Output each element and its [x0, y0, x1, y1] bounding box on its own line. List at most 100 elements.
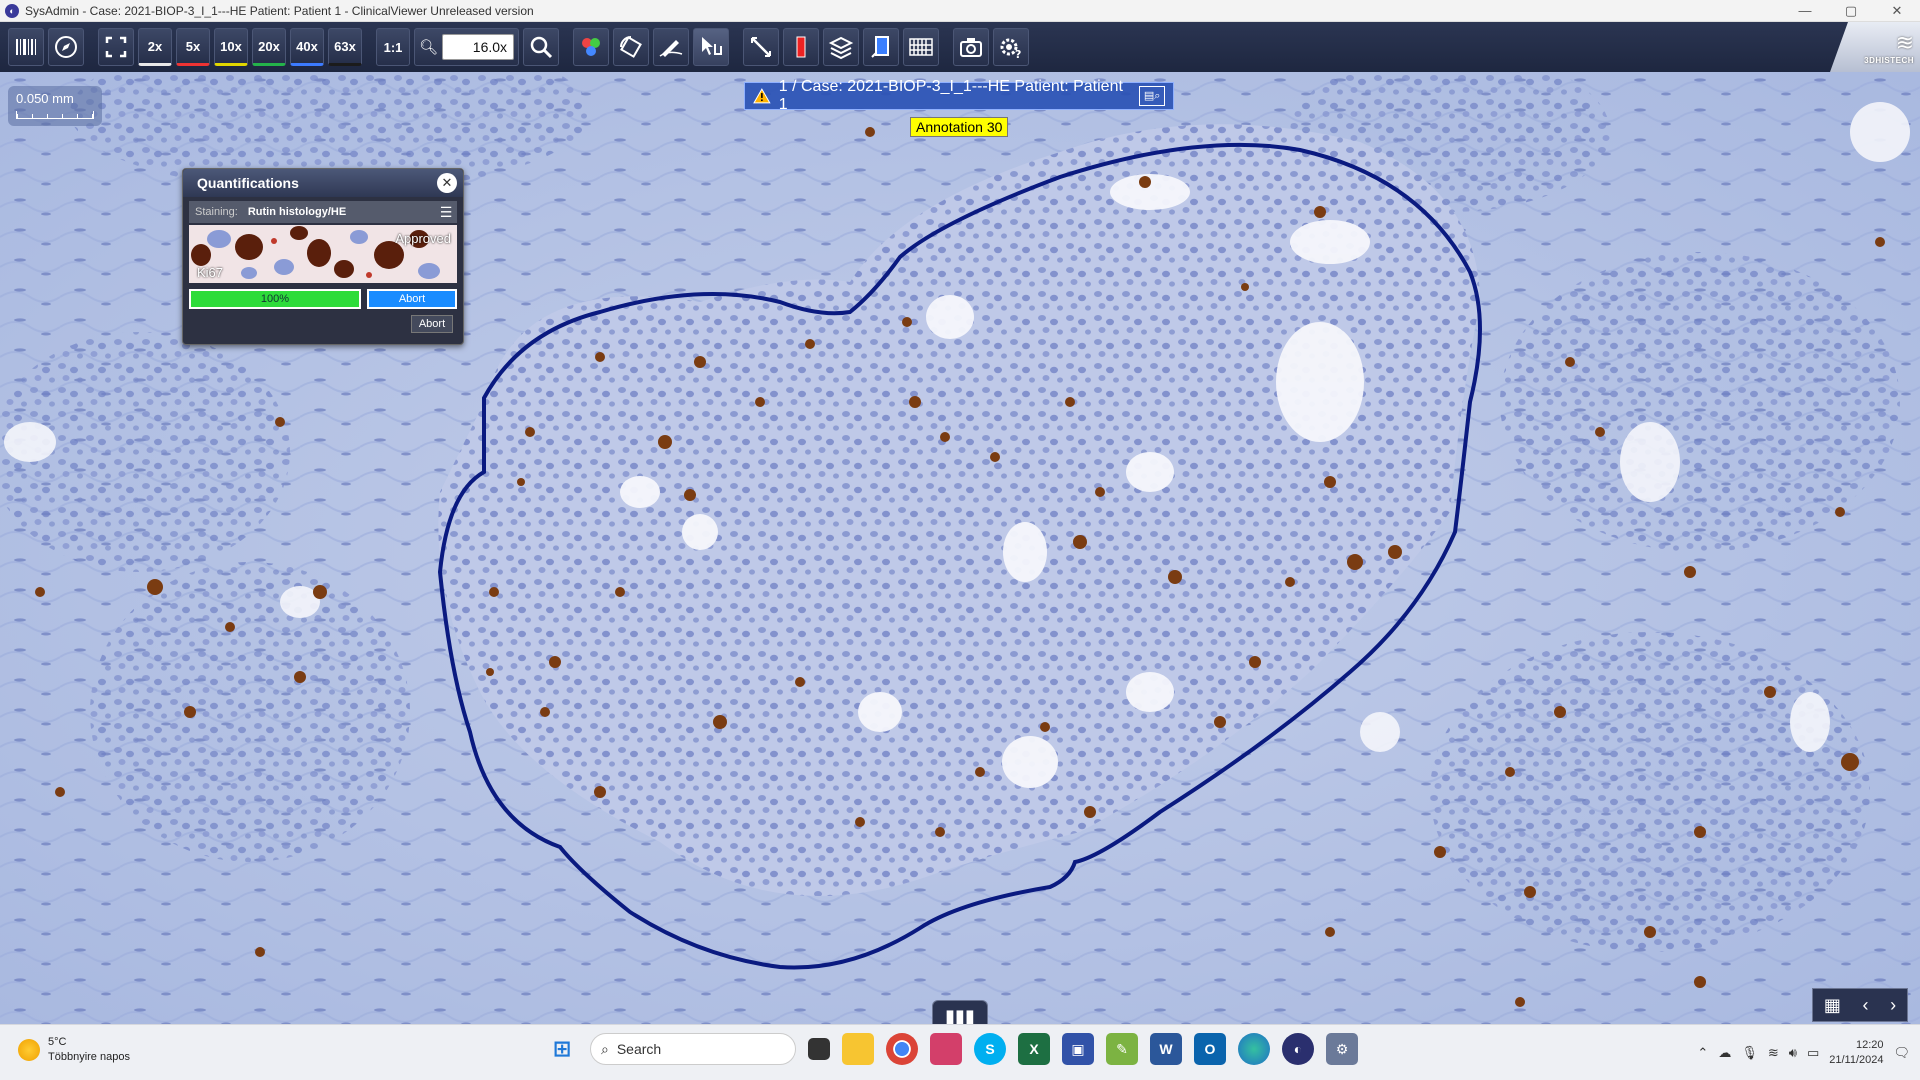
snapshot-button[interactable] [953, 28, 990, 66]
search-icon: ⌕ [601, 1040, 609, 1057]
layers-3d-button[interactable] [823, 28, 860, 66]
zoom-20x-button[interactable]: 20x [252, 28, 286, 66]
marker-button[interactable] [783, 28, 820, 66]
barcode-button[interactable] [8, 28, 44, 66]
edge-icon[interactable] [1238, 1033, 1270, 1065]
grid-button[interactable] [903, 28, 940, 66]
barcode-icon [16, 39, 36, 55]
windows-start-icon[interactable]: ⊞ [546, 1033, 578, 1065]
grid-settings-icon[interactable]: ▦ [1824, 995, 1841, 1016]
menu-icon[interactable]: ☰ [435, 204, 457, 221]
progress-bar: 100% [189, 289, 361, 309]
excel-icon[interactable]: X [1018, 1033, 1050, 1065]
zoom-63x-button[interactable]: 63x [328, 28, 362, 66]
clock[interactable]: 12:20 21/11/2024 [1829, 1038, 1883, 1068]
chevron-up-icon[interactable]: ⌃ [1697, 1045, 1708, 1061]
onedrive-icon[interactable]: ☁ [1718, 1045, 1731, 1061]
gear-question-icon: ? [1000, 38, 1021, 60]
weather-temp: 5°C [48, 1036, 67, 1048]
wifi-icon[interactable]: ≋ [1768, 1045, 1779, 1061]
quantifications-panel: Quantifications ✕ Staining: Rutin histol… [182, 168, 464, 345]
pointer-pan-button[interactable] [693, 28, 730, 66]
window-controls: — ▢ ✕ [1782, 0, 1920, 22]
viewer-app-icon[interactable]: ◐ [1282, 1033, 1314, 1065]
rotate-button[interactable] [613, 28, 650, 66]
navigator-button[interactable] [48, 28, 84, 66]
os-taskbar: 5°C Többnyire napos ⊞ ⌕ Search S X ▣ ✎ W… [0, 1024, 1920, 1080]
thumbnail-stain-name: Ki67 [197, 265, 224, 280]
maximize-button[interactable]: ▢ [1828, 0, 1874, 22]
staining-row: Staining: Rutin histology/HE ☰ [189, 201, 457, 223]
marker-icon [796, 36, 806, 58]
chrome-icon[interactable] [886, 1033, 918, 1065]
scale-bar: 0.050 mm [8, 86, 102, 126]
paint-icon[interactable] [930, 1033, 962, 1065]
staining-value: Rutin histology/HE [247, 206, 347, 218]
measure-button[interactable] [743, 28, 780, 66]
volume-icon[interactable]: 🔊︎ [1789, 1045, 1797, 1061]
zoom-10x-button[interactable]: 10x [214, 28, 248, 66]
abort-secondary-button[interactable]: Abort [411, 315, 453, 333]
app-icon: ◐ [5, 3, 19, 18]
camera-icon [960, 38, 983, 57]
window-title: SysAdmin - Case: 2021-BIOP-3_I_1---HE Pa… [25, 3, 534, 18]
skype-icon[interactable]: S [974, 1033, 1006, 1065]
close-window-button[interactable]: ✕ [1874, 0, 1920, 22]
annotation-label[interactable]: Annotation 30 [910, 117, 1009, 137]
task-view-icon[interactable] [808, 1038, 830, 1060]
outlook-icon[interactable]: O [1194, 1033, 1226, 1065]
clock-date: 21/11/2024 [1829, 1054, 1884, 1066]
main-toolbar: 2x 5x 10x 20x 40x 63x 1:1 🔍︎ 16.0x ? [0, 22, 1920, 72]
window-titlebar: ◐ SysAdmin - Case: 2021-BIOP-3_I_1---HE … [0, 0, 1920, 22]
one-to-one-button[interactable]: 1:1 [376, 28, 410, 66]
zoom-2x-button[interactable]: 2x [138, 28, 172, 66]
zoom-tool-button[interactable] [523, 28, 560, 66]
chevron-left-icon[interactable]: ‹ [1863, 995, 1869, 1016]
slide-icon [871, 36, 890, 58]
zoom-level-input[interactable]: 16.0x [442, 34, 515, 60]
magnifier-icon: 🔍︎ [419, 39, 439, 56]
battery-icon[interactable]: ▭ [1807, 1045, 1819, 1061]
file-explorer-icon[interactable] [842, 1033, 874, 1065]
zoom-in-icon [530, 36, 553, 59]
tools-app-icon[interactable]: ⚙ [1326, 1033, 1358, 1065]
case-search-icon[interactable]: ▤⌕ [1139, 86, 1165, 106]
chevron-right-icon[interactable]: › [1890, 995, 1896, 1016]
slide-export-button[interactable] [863, 28, 900, 66]
scale-ruler [16, 111, 94, 119]
settings-help-button[interactable]: ? [993, 28, 1030, 66]
minimize-button[interactable]: — [1782, 0, 1828, 22]
system-tray: ⌃ ☁ 🎙︎ ≋ 🔊︎ ▭ 12:20 21/11/2024 🗨︎ [1697, 1025, 1920, 1080]
weather-widget[interactable]: 5°C Többnyire napos [18, 1035, 130, 1065]
stain-thumbnail[interactable]: Approved Ki67 [189, 225, 457, 283]
cursor-hand-icon [702, 37, 723, 55]
rotate-icon [620, 36, 642, 58]
save-app-icon[interactable]: ▣ [1062, 1033, 1094, 1065]
microphone-icon[interactable]: 🎙︎ [1741, 1045, 1758, 1061]
zoom-40x-button[interactable]: 40x [290, 28, 324, 66]
quantifications-title: Quantifications [183, 169, 463, 197]
abort-button[interactable]: Abort [367, 289, 457, 309]
zoom-5x-button[interactable]: 5x [176, 28, 210, 66]
svg-text:?: ? [1015, 48, 1021, 60]
case-banner[interactable]: 1 / Case: 2021-BIOP-3_I_1---HE Patient: … [744, 78, 1174, 113]
close-icon[interactable]: ✕ [437, 173, 457, 193]
brand-text: 3DHISTECH [1864, 55, 1914, 65]
layers-icon [828, 36, 854, 60]
fit-to-screen-button[interactable] [98, 28, 134, 66]
notification-icon[interactable]: 🗨︎ [1893, 1045, 1910, 1061]
taskbar-apps: ⊞ ⌕ Search S X ▣ ✎ W O ◐ ⚙ [546, 1033, 1358, 1065]
pen-icon [659, 40, 683, 57]
staining-label: Staining: [195, 206, 238, 218]
color-adjust-button[interactable] [573, 28, 610, 66]
sun-icon [18, 1039, 40, 1061]
color-wheel-icon [582, 38, 601, 56]
taskbar-search[interactable]: ⌕ Search [590, 1033, 796, 1065]
word-icon[interactable]: W [1150, 1033, 1182, 1065]
zoom-input-group: 🔍︎ 16.0x [414, 28, 520, 66]
annotation-tool-button[interactable] [653, 28, 690, 66]
panel-footer: Abort [193, 315, 453, 333]
notepad-icon[interactable]: ✎ [1106, 1033, 1138, 1065]
ruler-diagonal-icon [751, 37, 772, 57]
corner-tools: ▦ ‹ › [1812, 988, 1908, 1022]
